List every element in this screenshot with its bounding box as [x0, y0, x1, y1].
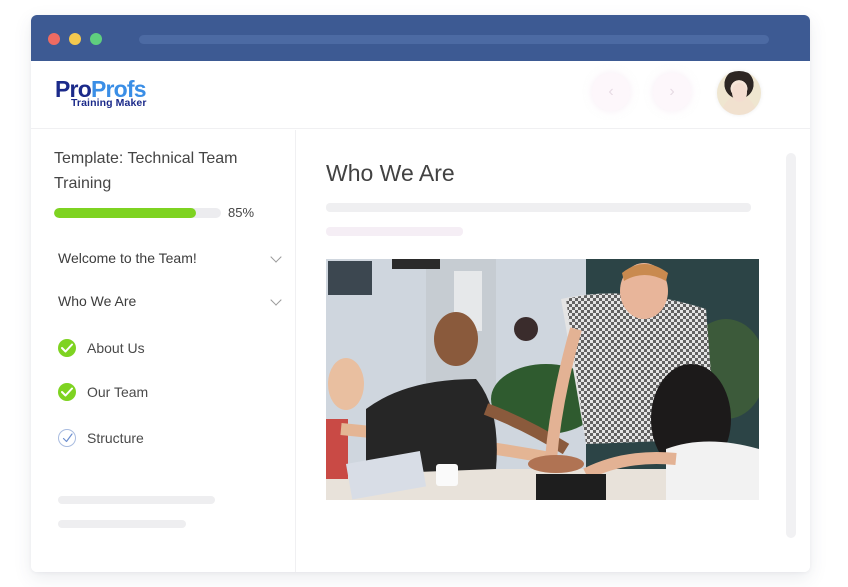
avatar-face — [732, 83, 747, 102]
section-who-we-are[interactable]: Who We Are — [58, 293, 282, 315]
chevron-down-icon — [270, 294, 282, 306]
section-label: Who We Are — [58, 293, 137, 309]
progress-bar-fill — [54, 208, 196, 218]
user-avatar[interactable] — [717, 71, 761, 115]
check-circle-filled-icon — [58, 339, 76, 357]
course-title: Template: Technical Team Training — [54, 150, 238, 192]
chevron-down-icon — [270, 251, 282, 263]
lesson-label: Our Team — [87, 384, 149, 400]
browser-window: ProProfs Training Maker ‹ › Template: Te… — [31, 15, 810, 572]
lesson-title: Who We Are — [326, 160, 455, 186]
team-photo — [326, 259, 759, 500]
close-window-button[interactable] — [48, 33, 60, 45]
minimize-window-button[interactable] — [69, 33, 81, 45]
content-scrollbar[interactable] — [786, 153, 796, 538]
check-circle-outline-icon — [58, 429, 76, 447]
maximize-window-button[interactable] — [90, 33, 102, 45]
proprofs-logo[interactable]: ProProfs Training Maker — [55, 78, 165, 114]
lesson-label: About Us — [87, 340, 145, 356]
placeholder-line — [326, 203, 751, 212]
progress-percent: 85% — [228, 205, 255, 220]
lesson-label: Structure — [87, 430, 144, 446]
lesson-content: Who We Are — [297, 130, 810, 572]
lesson-about-us[interactable]: About Us — [58, 339, 282, 361]
previous-button[interactable]: ‹ — [592, 73, 630, 111]
placeholder-line — [326, 227, 463, 236]
address-bar[interactable] — [139, 35, 769, 44]
logo-product-name: Training Maker — [71, 97, 147, 109]
team-photo-illustration — [326, 259, 759, 500]
placeholder-line — [58, 520, 186, 528]
lesson-our-team[interactable]: Our Team — [58, 383, 282, 405]
placeholder-line — [58, 496, 215, 504]
progress-bar — [54, 208, 221, 218]
section-label: Welcome to the Team! — [58, 250, 197, 266]
browser-titlebar — [31, 15, 810, 61]
section-welcome-to-the-team[interactable]: Welcome to the Team! — [58, 250, 282, 272]
app-header: ProProfs Training Maker ‹ › — [31, 61, 810, 129]
course-sidebar: Template: Technical Team Training 85% We… — [31, 130, 296, 572]
next-button[interactable]: › — [653, 73, 691, 111]
chevron-right-icon: › — [669, 83, 675, 100]
check-circle-filled-icon — [58, 383, 76, 401]
chevron-left-icon: ‹ — [608, 83, 614, 100]
lesson-structure[interactable]: Structure — [58, 429, 282, 451]
